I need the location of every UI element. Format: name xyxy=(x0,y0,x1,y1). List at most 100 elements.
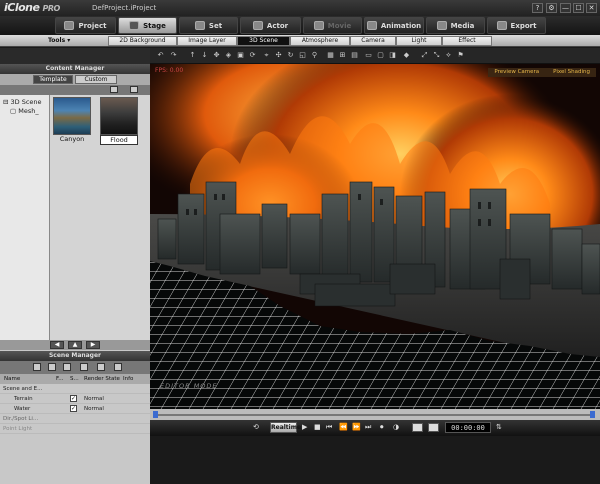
thumbnail-flood[interactable]: Flood xyxy=(100,97,138,145)
minimize-button[interactable]: — xyxy=(560,3,571,13)
rotate-icon[interactable]: ⟳ xyxy=(248,51,257,60)
thumbnail-canyon[interactable]: Canyon xyxy=(53,97,91,143)
undo-icon[interactable]: ↶ xyxy=(156,51,165,60)
frame-icon[interactable]: ▭ xyxy=(364,51,373,60)
close-button[interactable]: ✕ xyxy=(586,3,597,13)
light-icon[interactable]: ◆ xyxy=(402,51,411,60)
tab-image-layer[interactable]: Image Layer xyxy=(177,36,237,46)
tree-node-3d-scene[interactable]: ⊟ 3D Scene xyxy=(3,98,42,106)
tab-animation[interactable]: Animation xyxy=(364,17,424,34)
scene-tool-icon[interactable] xyxy=(97,363,105,371)
move-up-icon[interactable]: ↑ xyxy=(188,51,197,60)
scale-icon[interactable]: ◱ xyxy=(298,51,307,60)
tab-light[interactable]: Light xyxy=(396,36,442,46)
column-f[interactable]: F... xyxy=(56,376,64,382)
3d-viewport[interactable]: FPS: 0.00 Preview Camera Pixel Shading E… xyxy=(150,64,600,409)
tab-media[interactable]: Media xyxy=(426,17,485,34)
pixel-shading-dropdown[interactable]: Pixel Shading xyxy=(553,68,590,77)
timeline-slider[interactable] xyxy=(150,409,600,420)
content-nav: ◀ ▲ ▶ xyxy=(0,340,150,350)
camera-icon[interactable] xyxy=(412,423,423,432)
column-name[interactable]: Name xyxy=(4,376,20,382)
help-icon[interactable]: ? xyxy=(532,3,543,13)
realtime-button[interactable]: Realtime xyxy=(270,422,301,433)
tab-3d-scene[interactable]: 3D Scene xyxy=(237,36,290,46)
show-checkbox[interactable]: ✓ xyxy=(70,405,77,412)
orbit-icon[interactable]: ↻ xyxy=(286,51,295,60)
tab-camera[interactable]: Camera xyxy=(350,36,396,46)
nav-up-icon[interactable]: ▲ xyxy=(68,341,82,349)
nav-back-icon[interactable]: ◀ xyxy=(50,341,64,349)
column-render-state[interactable]: Render State xyxy=(84,376,120,382)
timecode-spinner-icon[interactable]: ⇅ xyxy=(496,423,502,431)
settings-icon[interactable]: ⚙ xyxy=(546,3,557,13)
tab-atmosphere[interactable]: Atmosphere xyxy=(290,36,350,46)
pick-icon[interactable]: ▣ xyxy=(236,51,245,60)
translate-icon[interactable]: ✣ xyxy=(274,51,283,60)
timeline-end-marker[interactable] xyxy=(590,411,595,418)
tab-label: Export xyxy=(510,21,537,30)
timecode-display[interactable]: 00:00:00 xyxy=(445,422,491,433)
timeline-track[interactable] xyxy=(156,414,592,416)
bone-icon[interactable]: ⟡ xyxy=(444,51,453,60)
zoom-icon[interactable]: ⚲ xyxy=(310,51,319,60)
project-icon xyxy=(64,21,75,30)
record-icon[interactable]: ⏺ xyxy=(380,423,384,432)
next-frame-icon[interactable]: ⏩ xyxy=(352,423,361,431)
capture-icon[interactable] xyxy=(428,423,439,432)
show-checkbox[interactable]: ✓ xyxy=(70,395,77,402)
expand-icon[interactable]: ⤡ xyxy=(432,51,441,60)
content-folder-icon[interactable] xyxy=(130,86,138,93)
tab-effect[interactable]: Effect xyxy=(442,36,492,46)
table-row[interactable]: Dir./Spot Li... xyxy=(0,414,150,424)
tab-actor[interactable]: Actor xyxy=(240,17,301,34)
table-row[interactable]: Point Light xyxy=(0,424,150,434)
move-icon[interactable]: ✥ xyxy=(212,51,221,60)
loop-icon[interactable]: ⟲ xyxy=(253,423,259,431)
snap-icon[interactable]: ⊞ xyxy=(338,51,347,60)
layout-icon[interactable]: ▤ xyxy=(350,51,359,60)
flag-icon[interactable]: ⚑ xyxy=(456,51,465,60)
maximize-button[interactable]: ☐ xyxy=(573,3,584,13)
align-icon[interactable]: ◈ xyxy=(224,51,233,60)
move-down-icon[interactable]: ↓ xyxy=(200,51,209,60)
resize-icon[interactable]: ⤢ xyxy=(420,51,429,60)
preview-camera-dropdown[interactable]: Preview Camera xyxy=(494,68,539,77)
table-row[interactable]: Terrain ✓ Normal xyxy=(0,394,150,404)
play-icon[interactable]: ▶ xyxy=(302,423,307,431)
scene-tool-icon[interactable] xyxy=(33,363,41,371)
camera-view-icon[interactable]: ◨ xyxy=(388,51,397,60)
end-icon[interactable]: ⏭ xyxy=(365,423,371,432)
scene-tool-icon[interactable] xyxy=(114,363,122,371)
column-s[interactable]: S... xyxy=(70,376,79,382)
rewind-icon[interactable]: ⏮ xyxy=(326,423,332,432)
content-view-icon[interactable] xyxy=(110,86,118,93)
tab-export[interactable]: Export xyxy=(487,17,546,34)
prev-frame-icon[interactable]: ⏪ xyxy=(339,423,348,431)
column-info[interactable]: Info xyxy=(123,376,133,382)
tools-menu[interactable]: Tools ▾ xyxy=(48,37,70,44)
nav-forward-icon[interactable]: ▶ xyxy=(86,341,100,349)
scene-manager-header: Scene Manager xyxy=(0,351,150,361)
scene-tool-icon[interactable] xyxy=(48,363,56,371)
scene-tool-icon[interactable] xyxy=(63,363,71,371)
tab-2d-background[interactable]: 2D Background xyxy=(108,36,177,46)
table-row[interactable]: Scene and E... xyxy=(0,384,150,394)
grid-icon[interactable]: ▦ xyxy=(326,51,335,60)
scene-tool-icon[interactable] xyxy=(80,363,88,371)
table-row[interactable]: Water ✓ Normal xyxy=(0,404,150,414)
select-icon[interactable]: ⌖ xyxy=(262,51,271,60)
tree-node-mesh[interactable]: ▢ Mesh_ xyxy=(10,107,39,115)
view-icon[interactable]: ▢ xyxy=(376,51,385,60)
timeline-start-marker[interactable] xyxy=(153,411,158,418)
row-name: Water xyxy=(14,406,31,412)
tab-custom[interactable]: Custom xyxy=(75,75,117,84)
stop-icon[interactable]: ■ xyxy=(314,423,321,431)
tab-set[interactable]: Set xyxy=(179,17,238,34)
tab-template[interactable]: Template xyxy=(33,75,73,84)
tab-stage[interactable]: Stage xyxy=(118,17,177,34)
redo-icon[interactable]: ↷ xyxy=(169,51,178,60)
volume-icon[interactable]: ◑ xyxy=(393,423,399,431)
canyon-image xyxy=(53,97,91,135)
tab-project[interactable]: Project xyxy=(55,17,116,34)
